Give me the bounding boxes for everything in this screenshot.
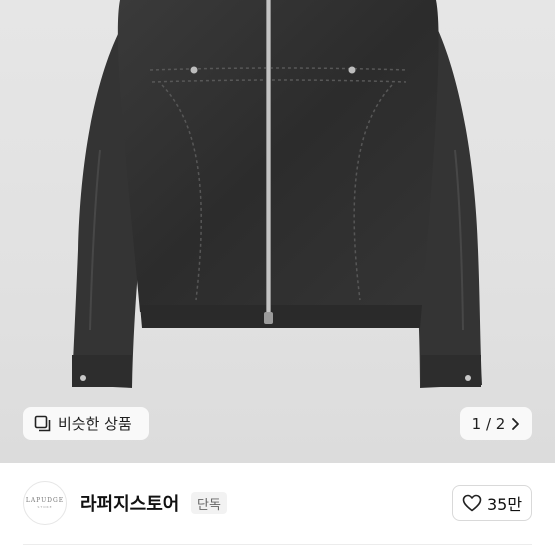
product-jacket-image [72, 0, 482, 388]
exclusive-badge: 단독 [191, 492, 227, 514]
similar-products-label: 비슷한 상품 [58, 415, 132, 433]
similar-products-icon [34, 415, 51, 432]
heart-outline-icon [462, 494, 482, 512]
image-pager[interactable]: 1 / 2 [460, 407, 532, 440]
section-divider [23, 544, 532, 545]
chevron-right-icon [512, 417, 520, 430]
image-pager-count: 1 / 2 [471, 414, 506, 433]
product-image-area[interactable]: 비슷한 상품 1 / 2 [0, 0, 555, 463]
store-logo[interactable]: LAPUDGE STORE [23, 481, 67, 525]
store-logo-name: LAPUDGE [25, 497, 65, 504]
like-count: 35만 [486, 495, 523, 514]
store-like-button[interactable]: 35만 [452, 485, 532, 521]
similar-products-button[interactable]: 비슷한 상품 [23, 407, 149, 440]
store-name[interactable]: 라퍼지스토어 [80, 490, 179, 516]
store-logo-sub: STORE [37, 505, 53, 509]
store-bar: LAPUDGE STORE 라퍼지스토어 단독 35만 [0, 463, 555, 543]
